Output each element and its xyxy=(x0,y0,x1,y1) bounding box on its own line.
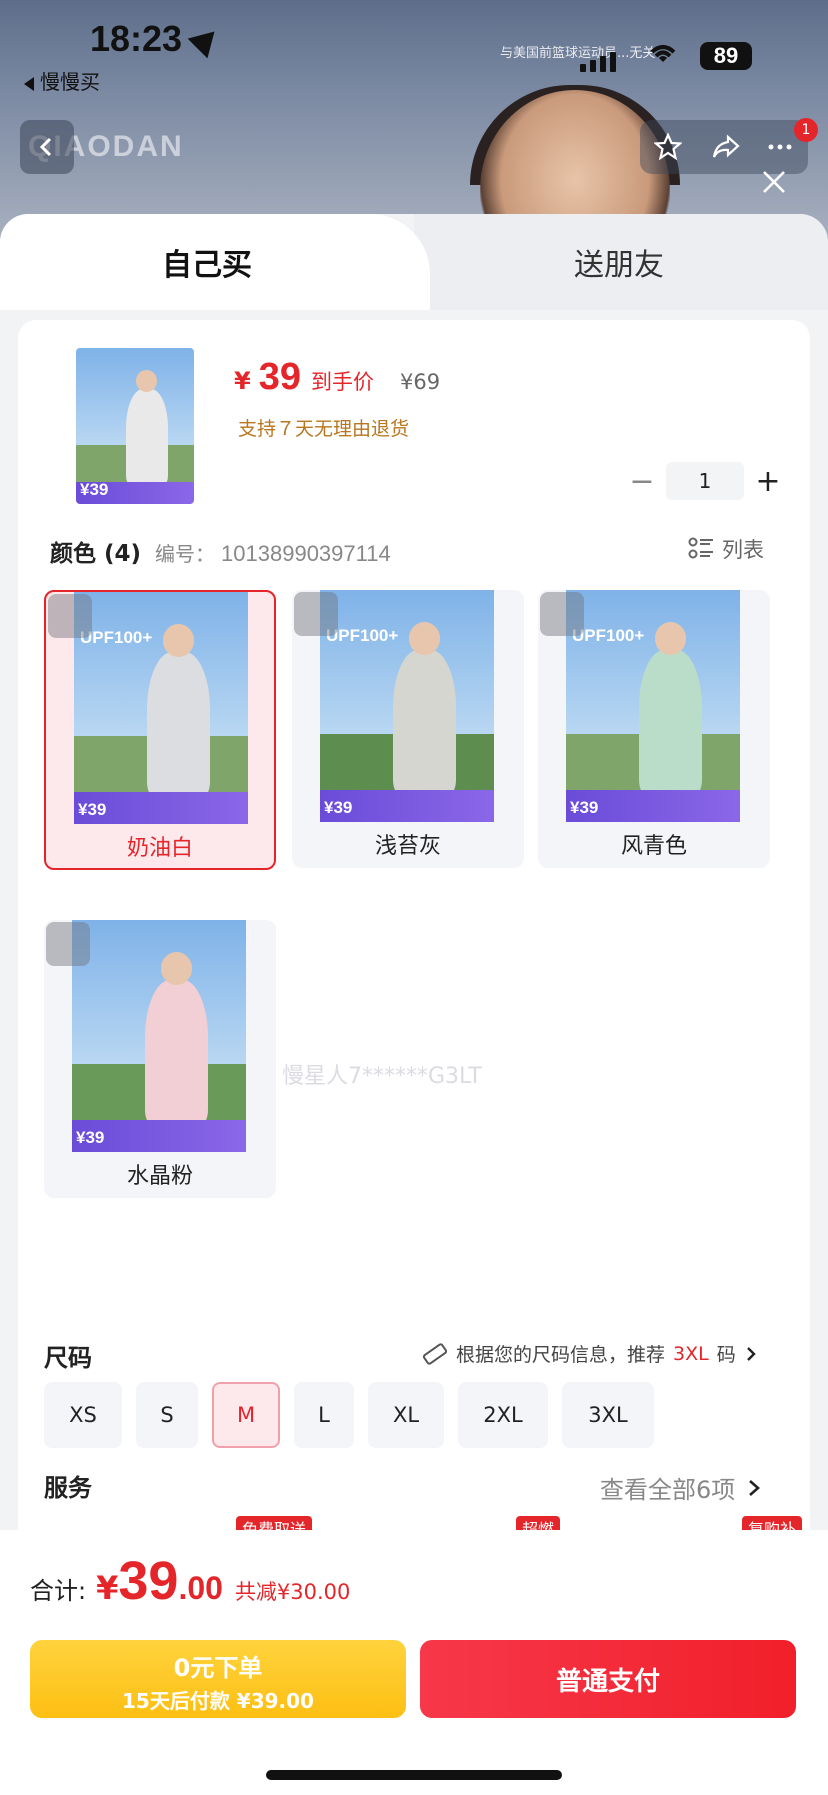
sku-number: 10138990397114 xyxy=(221,541,391,566)
poster-price: ¥39 xyxy=(78,800,107,819)
poster-price: ¥39 xyxy=(76,1128,105,1147)
service-title: 服务 xyxy=(44,1474,92,1502)
star-icon[interactable] xyxy=(654,133,682,161)
status-time: 18:23 xyxy=(90,18,183,59)
product-thumbnail[interactable]: ¥39 xyxy=(76,348,194,504)
total-label: 合计: xyxy=(30,1577,87,1605)
tab-friend-label[interactable]: 送朋友 xyxy=(574,240,664,284)
banner-ad-text: 与美国前篮球运动员...无关 xyxy=(500,46,656,61)
size-option-3xl[interactable]: 3XL xyxy=(562,1382,654,1448)
notification-badge: 1 xyxy=(794,118,818,142)
expand-icon[interactable] xyxy=(46,922,90,966)
color-option-light-moss-gray[interactable]: UPF100+ ¥39 浅苔灰 xyxy=(292,590,524,868)
ruler-icon xyxy=(422,1342,448,1365)
size-rec-size: 3XL xyxy=(673,1342,709,1365)
color-option-image: UPF100+ ¥39 xyxy=(74,592,248,824)
color-option-cream-white[interactable]: UPF100+ ¥39 奶油白 xyxy=(44,590,276,870)
wifi-icon xyxy=(650,45,676,62)
size-options: XS S M L XL 2XL 3XL xyxy=(44,1382,654,1448)
back-to-app-link[interactable]: 慢慢买 xyxy=(24,66,100,95)
expand-icon[interactable] xyxy=(48,594,92,638)
size-option-m[interactable]: M xyxy=(212,1382,280,1448)
banner-actions xyxy=(640,120,808,174)
size-recommendation[interactable]: 根据您的尺码信息，推荐 3XL 码 xyxy=(422,1340,758,1367)
size-option-xs[interactable]: XS xyxy=(44,1382,122,1448)
total-currency: ¥ xyxy=(96,1569,119,1607)
poster-price: ¥39 xyxy=(80,480,109,499)
size-rec-prefix: 根据您的尺码信息，推荐 xyxy=(456,1344,666,1366)
share-icon[interactable] xyxy=(712,133,740,161)
tab-self-label[interactable]: 自己买 xyxy=(162,240,252,284)
size-rec-suffix: 码 xyxy=(716,1344,736,1366)
product-poster: ¥39 xyxy=(76,348,194,504)
quantity-increase-button[interactable]: + xyxy=(750,464,786,499)
normal-pay-button[interactable]: 普通支付 xyxy=(420,1640,796,1718)
color-title: 颜色 (4) xyxy=(50,541,142,567)
back-button[interactable] xyxy=(20,120,74,174)
total-discount: 共减¥30.00 xyxy=(234,1580,351,1604)
list-toggle-label: 列表 xyxy=(722,538,764,562)
sku-card: ¥39 ¥39 到手价 ¥69 支持７天无理由退货 − 1 + 颜色 (4) 编… xyxy=(18,320,810,1720)
watermark-text: 慢星人7******G3LT xyxy=(282,1064,482,1089)
chevron-right-icon xyxy=(749,1479,761,1496)
chevron-left-icon xyxy=(39,137,52,157)
color-option-crystal-pink[interactable]: ¥39 水晶粉 xyxy=(44,920,276,1198)
order-total: 合计: ¥39.00 共减¥30.00 xyxy=(30,1550,350,1612)
expand-icon[interactable] xyxy=(540,592,584,636)
view-all-label: 查看全部6项 xyxy=(600,1476,736,1504)
pay-later-button[interactable]: 0元下单 15天后付款 ¥39.00 xyxy=(30,1640,406,1718)
color-option-image: UPF100+ ¥39 xyxy=(320,590,494,822)
poster-price: ¥39 xyxy=(570,798,599,817)
return-policy: 支持７天无理由退货 xyxy=(238,418,410,440)
signal-icon xyxy=(580,52,616,72)
back-triangle-icon xyxy=(24,76,34,91)
total-integer: 39 xyxy=(118,1551,179,1611)
chevron-right-icon xyxy=(746,1346,756,1361)
size-option-2xl[interactable]: 2XL xyxy=(458,1382,548,1448)
checkout-footer: 合计: ¥39.00 共减¥30.00 0元下单 15天后付款 ¥39.00 普… xyxy=(0,1530,828,1795)
color-option-label: 风青色 xyxy=(620,834,687,859)
color-option-label: 浅苔灰 xyxy=(374,834,441,859)
color-option-image: ¥39 xyxy=(72,920,246,1152)
back-app-label: 慢慢买 xyxy=(40,70,100,94)
color-section-header: 颜色 (4) 编号： 10138990397114 xyxy=(50,534,391,568)
view-all-services[interactable]: 查看全部6项 xyxy=(600,1470,761,1505)
close-icon[interactable] xyxy=(760,168,788,196)
color-option-wind-cyan[interactable]: UPF100+ ¥39 风青色 xyxy=(538,590,770,868)
home-indicator[interactable] xyxy=(266,1770,562,1780)
total-decimal: .00 xyxy=(178,1570,223,1606)
battery-indicator: 89 xyxy=(700,42,752,70)
quantity-decrease-button[interactable]: − xyxy=(624,464,660,499)
color-option-image: UPF100+ ¥39 xyxy=(566,590,740,822)
pay-later-subtitle: 15天后付款 ¥39.00 xyxy=(122,1689,314,1713)
size-option-l[interactable]: L xyxy=(294,1382,354,1448)
more-icon[interactable] xyxy=(766,133,794,161)
size-option-s[interactable]: S xyxy=(136,1382,198,1448)
final-price: 39 xyxy=(258,356,301,398)
color-option-label: 奶油白 xyxy=(126,836,193,861)
original-price: ¥69 xyxy=(399,370,441,394)
poster-price: ¥39 xyxy=(324,798,353,817)
quantity-input[interactable]: 1 xyxy=(666,462,744,500)
price-symbol: ¥ xyxy=(234,367,251,395)
list-view-toggle[interactable]: 列表 xyxy=(688,534,764,564)
color-option-label: 水晶粉 xyxy=(126,1164,193,1189)
size-option-xl[interactable]: XL xyxy=(368,1382,444,1448)
price-row: ¥39 到手价 ¥69 xyxy=(234,356,440,399)
list-icon xyxy=(688,537,713,559)
size-title: 尺码 xyxy=(44,1344,92,1372)
pay-later-title: 0元下单 xyxy=(173,1654,263,1682)
quantity-stepper: − 1 + xyxy=(624,462,786,500)
sku-label: 编号： xyxy=(155,542,216,566)
final-price-label: 到手价 xyxy=(310,370,374,394)
expand-icon[interactable] xyxy=(294,592,338,636)
